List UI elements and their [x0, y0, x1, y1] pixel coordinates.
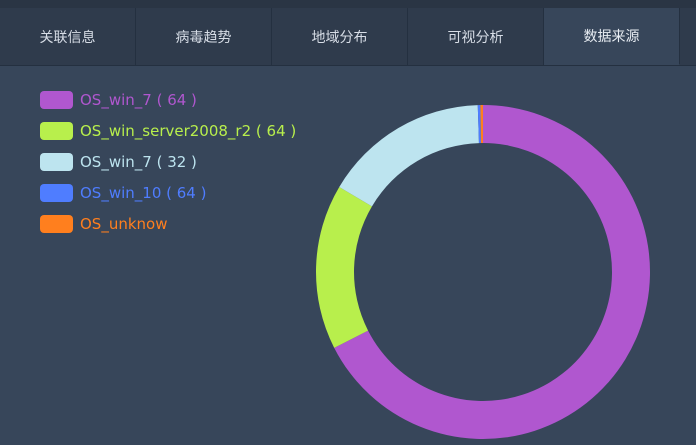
donut-chart	[316, 105, 650, 439]
donut-slice-os-win-7-32[interactable]	[339, 105, 479, 207]
donut-slice-os-win-server2008-r2[interactable]	[316, 186, 372, 348]
